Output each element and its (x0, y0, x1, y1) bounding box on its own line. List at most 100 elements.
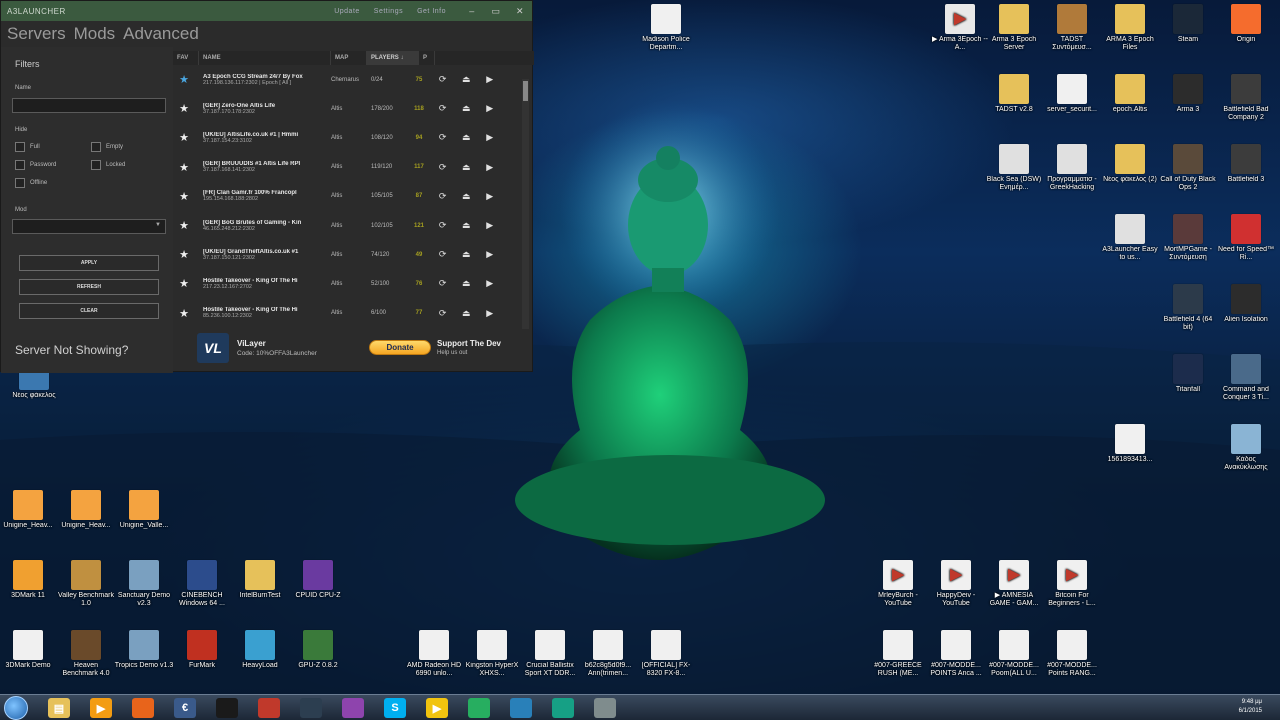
user-icon[interactable]: ⏏ (462, 74, 471, 85)
table-row[interactable]: ★ [UK/EU] AltisLife.co.uk #1 | Hmmi 37.187… (173, 123, 534, 152)
desktop-icon[interactable]: Battlefield 3 (1216, 144, 1276, 184)
desktop-icon[interactable]: 3DMark Demo (0, 630, 58, 670)
desktop-icon[interactable]: Titanfall (1158, 354, 1218, 394)
desktop-icon[interactable]: ▶ ▶ AMNESIA GAME - GAM... (984, 560, 1044, 608)
desktop-icon[interactable]: Κάδος Ανακύκλωσης (1216, 424, 1276, 472)
col-map[interactable]: MAP (331, 51, 367, 65)
desktop-icon[interactable]: Προγραμματισ - GreekHacking (1042, 144, 1102, 192)
taskbar-app-icon[interactable]: ▶ (426, 698, 448, 718)
checkbox-full[interactable]: Full (15, 142, 40, 152)
favorite-star-icon[interactable]: ★ (173, 277, 195, 290)
taskbar-app-icon[interactable]: S (384, 698, 406, 718)
taskbar-clock[interactable]: 9:48 μμ 6/1/2015 (1239, 698, 1262, 716)
desktop-icon[interactable]: Tropics Demo v1.3 (114, 630, 174, 670)
donate-button[interactable]: Donate (369, 340, 431, 355)
mod-select[interactable]: ▼ (12, 219, 166, 234)
desktop-icon[interactable]: #007-MODDE... Points RANG... (1042, 630, 1102, 678)
user-icon[interactable]: ⏏ (462, 220, 471, 231)
checkbox-empty[interactable]: Empty (91, 142, 123, 152)
desktop-icon[interactable]: Battlefield 4 (64 bit) (1158, 284, 1218, 332)
desktop-icon[interactable]: server_securit... (1042, 74, 1102, 114)
user-icon[interactable]: ⏏ (462, 132, 471, 143)
launcher-window[interactable]: A3LAUNCHER Update Settings Get Info – ▭ … (0, 0, 534, 373)
desktop-icon[interactable]: ▶ HappyDeiv - YouTube (926, 560, 986, 608)
refresh-icon[interactable]: ⟳ (439, 132, 447, 143)
desktop-icon[interactable]: Heaven Benchmark 4.0 (56, 630, 116, 678)
desktop-icon[interactable]: Black Sea (DSW) Ενημέρ... (984, 144, 1044, 192)
vilayer-logo[interactable]: VL (197, 333, 229, 363)
desktop-icon[interactable]: MortMPGame - Συντόμευση (1158, 214, 1218, 262)
desktop-icon[interactable]: AMD Radeon HD 6990 unlo... (404, 630, 464, 678)
desktop-icon[interactable]: Valley Benchmark 1.0 (56, 560, 116, 608)
taskbar-app-icon[interactable]: € (174, 698, 196, 718)
desktop-icon[interactable]: Madison Police Departm... (636, 4, 696, 52)
taskbar-app-icon[interactable] (552, 698, 574, 718)
desktop-icon[interactable]: Unigine_Heav... (56, 490, 116, 530)
desktop-icon[interactable]: Kingston HyperX XHXS... (462, 630, 522, 678)
play-icon[interactable]: ▶ (486, 103, 493, 114)
titlebar-link-settings[interactable]: Settings (374, 8, 403, 15)
desktop-icon[interactable]: Call of Duty Black Ops 2 (1158, 144, 1218, 192)
desktop-icon[interactable]: epoch.Altis (1100, 74, 1160, 114)
desktop-icon[interactable]: IntelBurnTest (230, 560, 290, 600)
desktop-icon[interactable]: Battlefield Bad Company 2 (1216, 74, 1276, 122)
user-icon[interactable]: ⏏ (462, 162, 471, 173)
taskbar-app-icon[interactable] (510, 698, 532, 718)
desktop-icon[interactable]: Arma 3 Epoch Server (984, 4, 1044, 52)
taskbar-app-icon[interactable] (594, 698, 616, 718)
favorite-star-icon[interactable]: ★ (173, 307, 195, 320)
refresh-icon[interactable]: ⟳ (439, 220, 447, 231)
desktop-icon[interactable]: ▶ ▶ Arma 3Epoch -- A... (930, 4, 990, 52)
table-row[interactable]: ★ A3 Epoch CCG Stream 24/7 By Fox 217.198.… (173, 65, 534, 94)
desktop-icon[interactable]: Crucial Ballistix Sport XT DDR... (520, 630, 580, 678)
col-players[interactable]: PLAYERS ↓ (367, 51, 419, 65)
table-row[interactable]: ★ Hostile Takeover - King Of The Hi 85.236… (173, 299, 534, 328)
col-name[interactable]: NAME (199, 51, 331, 65)
table-row[interactable]: ★ Hostile Takeover - King Of The Hi 217.23… (173, 269, 534, 298)
clear-button[interactable]: CLEAR (19, 303, 159, 319)
taskbar-app-icon[interactable]: ▶ (90, 698, 112, 718)
desktop-icon[interactable]: Unigine_Valle... (114, 490, 174, 530)
server-not-showing-link[interactable]: Server Not Showing? (15, 343, 128, 357)
desktop-icon[interactable]: Origin (1216, 4, 1276, 44)
table-row[interactable]: ★ [UK/EU] GrandTheftAltis.co.uk #1 37.187.… (173, 240, 534, 269)
refresh-icon[interactable]: ⟳ (439, 103, 447, 114)
desktop-icon[interactable]: [OFFICIAL] FX-8320 FX-8... (636, 630, 696, 678)
desktop-icon[interactable]: Sanctuary Demo v2.3 (114, 560, 174, 608)
play-icon[interactable]: ▶ (486, 220, 493, 231)
close-icon[interactable]: ✕ (508, 6, 532, 17)
favorite-star-icon[interactable]: ★ (173, 73, 195, 86)
col-ping[interactable]: P (419, 51, 435, 65)
user-icon[interactable]: ⏏ (462, 191, 471, 202)
window-titlebar[interactable]: A3LAUNCHER Update Settings Get Info – ▭ … (1, 1, 532, 21)
table-row[interactable]: ★ [GER] Zero-One Altis Life 37.187.170.178… (173, 94, 534, 123)
desktop-icon[interactable]: 3DMark 11 (0, 560, 58, 600)
taskbar-app-icon[interactable] (258, 698, 280, 718)
table-scrollbar[interactable] (522, 79, 529, 329)
minimize-icon[interactable]: – (460, 6, 484, 16)
desktop-icon[interactable]: #007-GREECE RUSH (ME... (868, 630, 928, 678)
taskbar-app-icon[interactable] (342, 698, 364, 718)
col-fav[interactable]: FAV (173, 51, 199, 65)
titlebar-link-update[interactable]: Update (334, 8, 360, 15)
desktop-icon[interactable]: CPUID CPU-Z (288, 560, 348, 600)
user-icon[interactable]: ⏏ (462, 308, 471, 319)
table-row[interactable]: ★ [GER] BRUUUDIS #1 Altis Life RPI 37.187.… (173, 153, 534, 182)
maximize-icon[interactable]: ▭ (484, 6, 508, 17)
desktop-icon[interactable]: 1561893413... (1100, 424, 1160, 464)
menu-advanced[interactable]: Advanced (123, 24, 199, 44)
desktop-icon[interactable]: Need for Speed™ Ri... (1216, 214, 1276, 262)
table-row[interactable]: ★ [FR] Clan Gamr.fr 100% Francopl 195.154.… (173, 182, 534, 211)
taskbar-app-icon[interactable]: ▤ (48, 698, 70, 718)
checkbox-offline[interactable]: Offline (15, 178, 47, 188)
refresh-icon[interactable]: ⟳ (439, 249, 447, 260)
desktop-icon[interactable]: Steam (1158, 4, 1218, 44)
play-icon[interactable]: ▶ (486, 74, 493, 85)
desktop-icon[interactable]: Arma 3 (1158, 74, 1218, 114)
desktop-icon[interactable]: ▶ MrleyBurch - YouTube (868, 560, 928, 608)
desktop-icon[interactable]: TADST v2.8 (984, 74, 1044, 114)
refresh-icon[interactable]: ⟳ (439, 278, 447, 289)
play-icon[interactable]: ▶ (486, 308, 493, 319)
desktop-icon[interactable]: TADST Συντόμευσ... (1042, 4, 1102, 52)
desktop-icon[interactable]: #007-MODDE... Poom(ALL U... (984, 630, 1044, 678)
